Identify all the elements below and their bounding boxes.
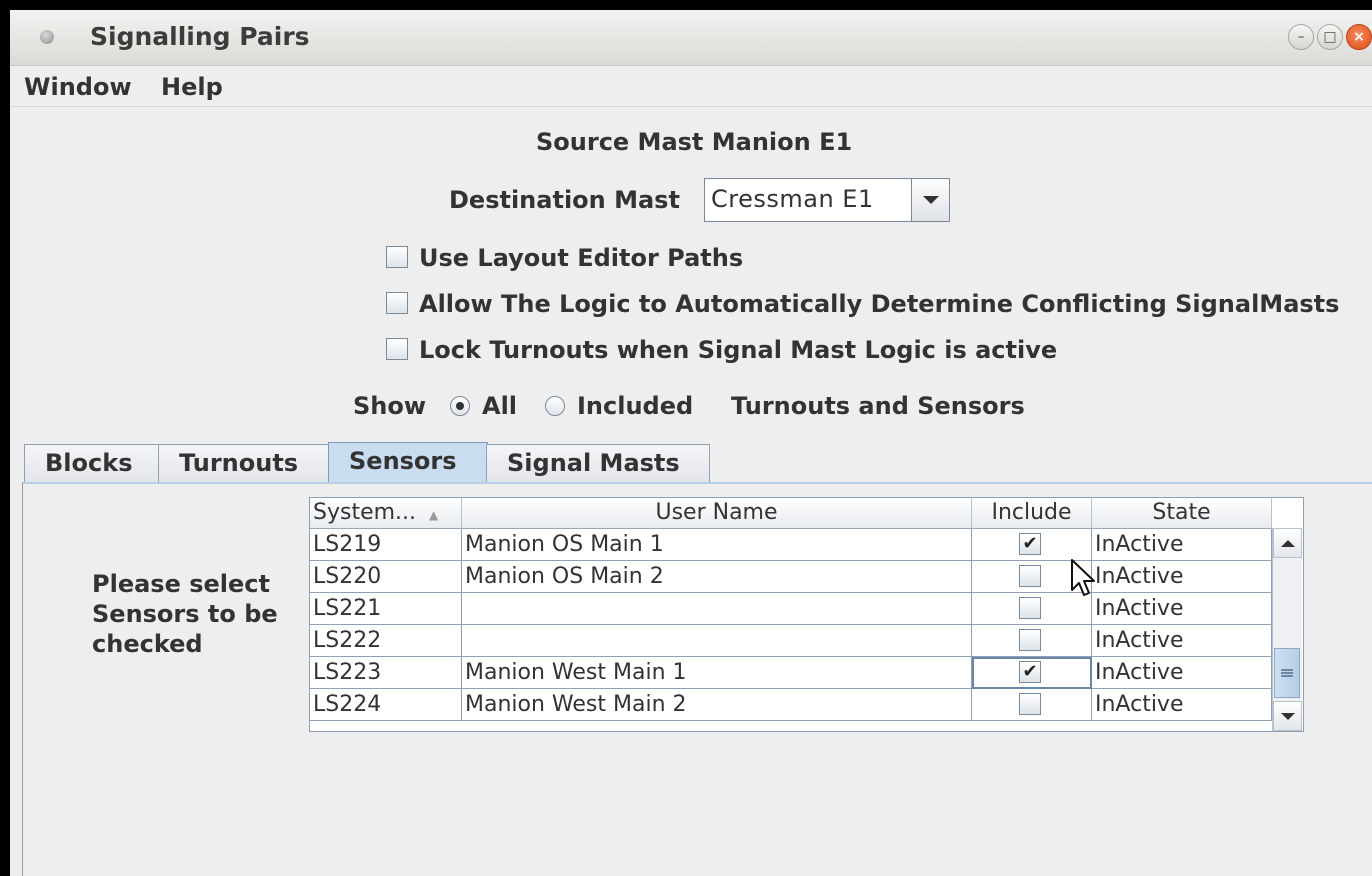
mouse-cursor-icon: [1071, 559, 1095, 596]
title-bar[interactable]: Signalling Pairs – □ ×: [10, 10, 1372, 66]
cell-state: InActive: [1092, 657, 1272, 689]
tab-blocks[interactable]: Blocks: [24, 444, 160, 482]
cell-user-name[interactable]: Manion OS Main 1: [462, 529, 972, 561]
scroll-up-icon[interactable]: [1273, 528, 1302, 558]
instruction-line-2: Sensors to be: [92, 600, 278, 628]
show-suffix-label: Turnouts and Sensors: [731, 392, 1025, 420]
cell-system-name[interactable]: LS224: [310, 689, 462, 721]
sort-ascending-icon: ▲: [429, 508, 439, 522]
window-controls: – □ ×: [1285, 24, 1372, 52]
instruction-line-1: Please select: [92, 570, 270, 598]
maximize-icon[interactable]: □: [1317, 24, 1343, 50]
close-icon[interactable]: ×: [1346, 24, 1372, 50]
cell-user-name[interactable]: Manion OS Main 2: [462, 561, 972, 593]
show-label: Show: [353, 392, 427, 420]
tab-turnouts[interactable]: Turnouts: [158, 444, 330, 482]
window-icon: [40, 30, 54, 44]
menu-window[interactable]: Window: [24, 73, 132, 101]
include-checkbox[interactable]: [1019, 693, 1041, 715]
signalling-pairs-window: Signalling Pairs – □ × Window Help Sourc…: [10, 10, 1372, 876]
cell-user-name[interactable]: [462, 625, 972, 657]
show-included-radio[interactable]: [545, 396, 565, 416]
use-layout-editor-paths-checkbox[interactable]: [386, 246, 408, 268]
scroll-thumb[interactable]: [1274, 648, 1300, 698]
include-checkbox[interactable]: ✔: [1019, 533, 1041, 555]
cell-state: InActive: [1092, 561, 1272, 593]
cell-system-name[interactable]: LS221: [310, 593, 462, 625]
cell-system-name[interactable]: LS219: [310, 529, 462, 561]
tab-sensors[interactable]: Sensors: [328, 442, 488, 484]
column-header-user-name[interactable]: User Name: [462, 498, 972, 529]
lock-turnouts-checkbox[interactable]: [386, 338, 408, 360]
minimize-icon[interactable]: –: [1288, 24, 1314, 50]
cell-system-name[interactable]: LS222: [310, 625, 462, 657]
column-header-system[interactable]: System... ▲: [310, 498, 462, 529]
tab-signal-masts[interactable]: Signal Masts: [486, 444, 710, 482]
sensors-table: System... ▲ User Name Include State LS21…: [309, 497, 1304, 732]
cell-user-name[interactable]: Manion West Main 2: [462, 689, 972, 721]
cell-include[interactable]: [972, 625, 1092, 657]
cell-state: InActive: [1092, 529, 1272, 561]
destination-mast-value: Cressman E1: [711, 185, 874, 213]
cell-include[interactable]: [972, 689, 1092, 721]
column-header-system-label: System...: [313, 500, 417, 525]
cell-include[interactable]: ✔: [972, 657, 1092, 689]
table-scrollbar[interactable]: [1272, 528, 1302, 731]
scroll-down-icon[interactable]: [1273, 701, 1302, 731]
destination-mast-combo[interactable]: Cressman E1: [704, 178, 950, 222]
cell-state: InActive: [1092, 625, 1272, 657]
destination-mast-label: Destination Mast: [449, 186, 680, 214]
cell-user-name[interactable]: [462, 593, 972, 625]
column-header-include[interactable]: Include: [972, 498, 1092, 529]
menu-help[interactable]: Help: [161, 73, 223, 101]
chevron-down-icon[interactable]: [911, 179, 949, 221]
cell-system-name[interactable]: LS220: [310, 561, 462, 593]
include-checkbox[interactable]: [1019, 565, 1041, 587]
use-layout-editor-paths-label: Use Layout Editor Paths: [419, 244, 744, 272]
menu-bar: Window Help: [10, 66, 1372, 107]
instruction-line-3: checked: [92, 630, 203, 658]
show-included-label[interactable]: Included: [577, 392, 693, 420]
lock-turnouts-label: Lock Turnouts when Signal Mast Logic is …: [419, 336, 1058, 364]
auto-conflicting-masts-label: Allow The Logic to Automatically Determi…: [419, 290, 1340, 318]
column-header-state[interactable]: State: [1092, 498, 1272, 529]
cell-state: InActive: [1092, 593, 1272, 625]
show-all-label[interactable]: All: [482, 392, 517, 420]
show-all-radio[interactable]: [450, 396, 470, 416]
include-checkbox[interactable]: ✔: [1019, 661, 1041, 683]
include-checkbox[interactable]: [1019, 597, 1041, 619]
source-mast-label: Source Mast Manion E1: [536, 128, 853, 156]
cell-system-name[interactable]: LS223: [310, 657, 462, 689]
window-title: Signalling Pairs: [90, 22, 310, 51]
auto-conflicting-masts-checkbox[interactable]: [386, 292, 408, 314]
include-checkbox[interactable]: [1019, 629, 1041, 651]
cell-state: InActive: [1092, 689, 1272, 721]
cell-user-name[interactable]: Manion West Main 1: [462, 657, 972, 689]
cell-include[interactable]: ✔: [972, 529, 1092, 561]
